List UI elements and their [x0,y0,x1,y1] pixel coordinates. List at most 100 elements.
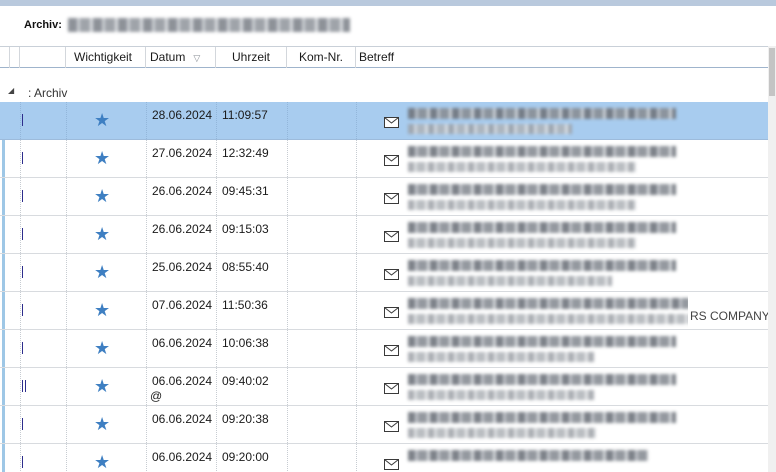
message-status-marker [22,418,32,432]
column-divider [216,292,217,329]
column-divider [287,330,288,367]
table-row[interactable]: ★ 26.06.2024 09:15:03 [0,216,768,254]
column-divider [66,178,67,215]
row-subject-redacted [402,446,688,472]
column-header-type[interactable] [10,47,20,68]
column-divider [356,178,357,215]
row-time: 11:50:36 [222,298,268,312]
importance-star-icon[interactable]: ★ [94,149,110,167]
row-flag-strip [2,140,5,177]
redacted-sender [408,108,676,119]
table-row[interactable]: ★ 07.06.2024 11:50:36 RS COMPANY [0,292,768,330]
importance-star-icon[interactable]: ★ [94,453,110,471]
message-status-marker [22,152,32,166]
redacted-subject [408,390,594,400]
table-row[interactable]: ★ 25.06.2024 08:55:40 [0,254,768,292]
importance-star-icon[interactable]: ★ [94,225,110,243]
table-row[interactable]: ★ 06.06.2024 09:20:00 [0,444,768,472]
importance-star-icon[interactable]: ★ [94,339,110,357]
column-divider [66,406,67,443]
table-row[interactable]: ★ 06.06.2024 @09:40:02 [0,368,768,406]
envelope-icon [384,459,399,470]
row-time: 09:45:31 [222,184,269,198]
row-date: 06.06.2024 [152,374,213,388]
column-divider [146,330,147,367]
table-row[interactable]: ★ 26.06.2024 09:45:31 [0,178,768,216]
redacted-sender [408,298,688,309]
table-row[interactable]: ★ 27.06.2024 12:32:49 [0,140,768,178]
subject-suffix: RS COMPANY [690,309,768,323]
message-status-marker [22,456,32,470]
envelope-icon [384,231,399,242]
column-header-betreff[interactable]: Betreff [356,47,768,68]
redacted-subject [408,124,572,134]
column-header-datum-label: Datum [150,50,186,64]
row-subject-redacted [402,104,688,138]
row-date: 28.06.2024 [152,108,213,122]
column-divider [356,140,357,177]
row-date: 06.06.2024 [152,450,213,464]
row-flag-strip [2,406,5,443]
row-time: 12:32:49 [222,146,269,160]
importance-star-icon[interactable]: ★ [94,301,110,319]
row-time: 09:20:00 [222,450,269,464]
column-divider [216,406,217,443]
column-divider [20,178,21,215]
row-time: 09:15:03 [222,222,269,236]
importance-star-icon[interactable]: ★ [94,111,110,129]
row-time: 08:55:40 [222,260,269,274]
column-divider [146,178,147,215]
archive-label: Archiv: [24,19,62,31]
column-divider [287,406,288,443]
column-divider [216,140,217,177]
importance-star-icon[interactable]: ★ [94,415,110,433]
column-divider [356,292,357,329]
message-status-marker [22,190,32,204]
column-divider [356,102,357,139]
column-header-kom-nr[interactable]: Kom-Nr. [287,47,356,68]
importance-star-icon[interactable]: ★ [94,263,110,281]
archive-path-redacted [68,18,350,32]
row-flag-strip [2,102,5,139]
column-divider [287,216,288,253]
column-divider [356,406,357,443]
scrollbar-thumb[interactable] [769,48,775,96]
importance-star-icon[interactable]: ★ [94,187,110,205]
column-divider [146,102,147,139]
column-header-datum[interactable]: Datum ▽ [146,47,216,68]
message-status-marker [22,266,32,280]
column-header-wichtigkeit[interactable]: Wichtigkeit [66,47,146,68]
message-list: ★ 28.06.2024 11:09:57 ★ 27.06.2024 12:32:49 ★ 2… [0,102,768,472]
redacted-sender [408,222,676,233]
row-subject-redacted [402,294,688,328]
column-header-kom-nr-label: Kom-Nr. [299,50,344,64]
table-row[interactable]: ★ 28.06.2024 11:09:57 [0,102,768,140]
importance-star-icon[interactable]: ★ [94,377,110,395]
table-row[interactable]: ★ 06.06.2024 10:06:38 [0,330,768,368]
sort-descending-icon: ▽ [193,53,201,63]
column-header-flag[interactable] [0,47,10,68]
column-header-uhrzeit[interactable]: Uhrzeit [216,47,287,68]
message-status-marker [22,342,32,356]
envelope-icon [384,307,399,318]
column-divider [146,254,147,291]
column-divider [66,140,67,177]
column-divider [356,368,357,405]
row-date: 06.06.2024 [152,336,213,350]
column-divider [287,292,288,329]
vertical-scrollbar[interactable] [768,46,776,472]
column-header-uhrzeit-label: Uhrzeit [232,50,271,64]
column-divider [216,216,217,253]
row-subject-redacted [402,256,688,290]
redacted-sender [408,412,676,423]
envelope-icon [384,117,399,128]
column-header-status[interactable] [20,47,66,68]
row-flag-strip [2,368,5,405]
column-header-wichtigkeit-label: Wichtigkeit [74,50,133,64]
row-date: 27.06.2024 [152,146,213,160]
table-row[interactable]: ★ 06.06.2024 09:20:38 [0,406,768,444]
group-row-archiv[interactable]: ◢ : Archiv [0,84,768,102]
collapse-triangle-icon[interactable]: ◢ [8,86,14,95]
row-time: 09:40:02 [222,374,269,388]
row-date: 26.06.2024 [152,222,213,236]
